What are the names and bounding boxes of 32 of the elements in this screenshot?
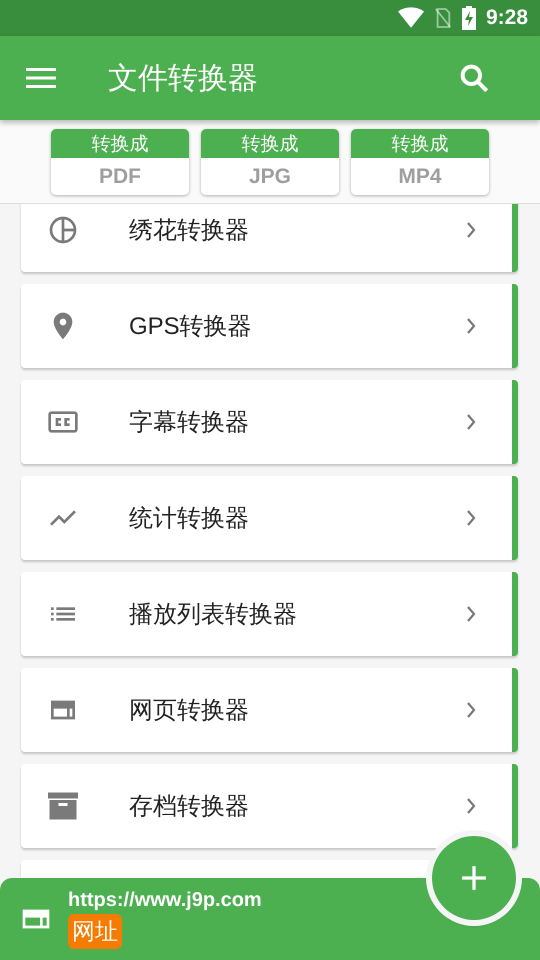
converter-item[interactable]: GPS转换器 (21, 284, 518, 368)
chevron-right-icon (466, 510, 476, 526)
converter-name: 网页转换器 (129, 696, 250, 726)
converter-item[interactable]: 统计转换器 (21, 476, 518, 560)
converter-item[interactable]: 绣花转换器 (21, 204, 518, 272)
converter-name: 统计转换器 (129, 504, 250, 534)
converter-name: 绣花转换器 (129, 216, 250, 246)
converter-item[interactable]: 播放列表转换器 (21, 572, 518, 656)
chevron-right-icon (466, 222, 476, 238)
no-sim-icon (434, 7, 452, 29)
chevron-right-icon (466, 702, 476, 718)
add-button[interactable] (432, 836, 516, 920)
menu-button[interactable] (26, 67, 56, 89)
converter-name: 存档转换器 (129, 792, 250, 822)
app-title: 文件转换器 (108, 60, 259, 96)
battery-charging-icon (462, 6, 476, 30)
chevron-right-icon (466, 606, 476, 622)
converter-item[interactable]: 字幕转换器 (21, 380, 518, 464)
converter-name: GPS转换器 (129, 312, 253, 342)
search-button[interactable] (458, 62, 490, 94)
status-time: 9:28 (486, 6, 528, 30)
converter-name: 播放列表转换器 (129, 600, 298, 630)
pie-chart-icon (47, 214, 79, 246)
converter-item[interactable]: 存档转换器 (21, 764, 518, 848)
chevron-right-icon (466, 798, 476, 814)
chevron-right-icon (466, 414, 476, 430)
url-tag: 网址 (68, 914, 122, 949)
converter-name: 字幕转换器 (129, 408, 250, 438)
converter-item[interactable]: 网页转换器 (21, 668, 518, 752)
chevron-right-icon (466, 318, 476, 334)
wifi-icon (398, 7, 424, 29)
plus-icon (461, 865, 487, 891)
